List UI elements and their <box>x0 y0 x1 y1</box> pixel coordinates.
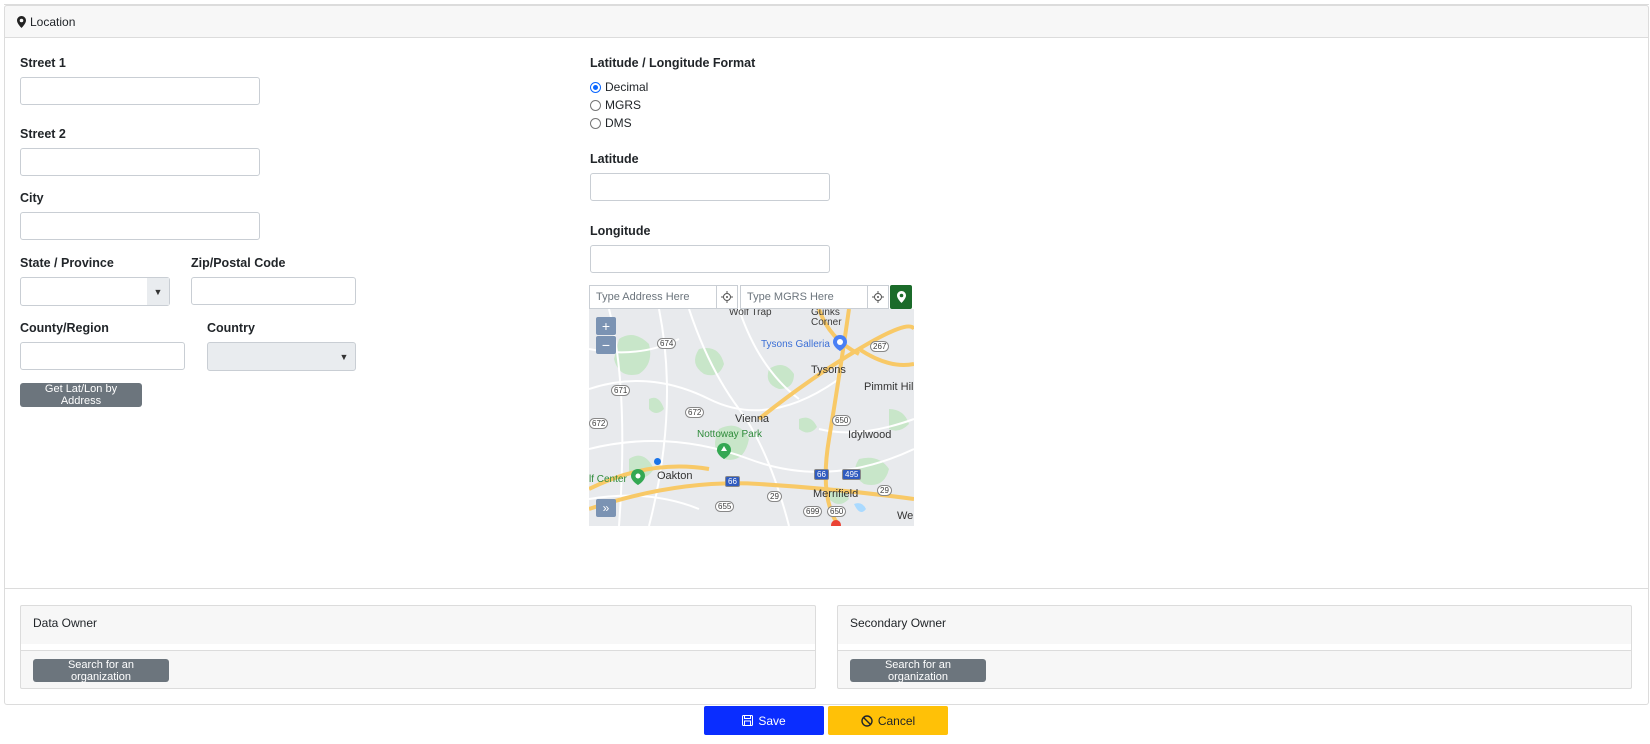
data-owner-search-button[interactable]: Search for an organization <box>33 659 169 683</box>
map-label-wolf-trap: Wolf Trap <box>729 309 772 318</box>
map-label-oakton: Oakton <box>657 470 693 482</box>
zoom-out-button[interactable]: − <box>596 336 616 354</box>
data-owner-panel: Data Owner Search for an organization <box>20 605 816 689</box>
map-address-placeholder: Type Address Here <box>596 291 690 303</box>
crosshair-icon <box>872 291 884 303</box>
map-label-tysons: Tysons <box>811 364 846 376</box>
format-option-label: Decimal <box>605 80 649 94</box>
secondary-owner-title: Secondary Owner <box>850 616 947 630</box>
map-mgrs-placeholder: Type MGRS Here <box>747 291 834 303</box>
longitude-input[interactable] <box>590 245 830 273</box>
route-shield: 29 <box>767 491 782 502</box>
route-shield: 29 <box>877 485 892 496</box>
save-button[interactable]: Save <box>704 706 824 735</box>
format-option-mgrs[interactable]: MGRS <box>590 98 641 112</box>
city-input[interactable] <box>20 212 260 240</box>
interstate-shield: 66 <box>814 469 829 480</box>
route-shield: 655 <box>715 501 735 512</box>
section-divider <box>4 588 1649 589</box>
zoom-in-button[interactable]: + <box>596 317 616 335</box>
crosshair-icon <box>721 291 733 303</box>
state-select[interactable]: ▼ <box>20 277 170 306</box>
route-shield: 650 <box>827 506 847 517</box>
route-shield: 267 <box>870 341 890 352</box>
format-option-decimal[interactable]: Decimal <box>590 80 648 94</box>
format-option-label: MGRS <box>605 98 641 112</box>
route-shield: 699 <box>803 506 823 517</box>
interstate-shield: 66 <box>725 476 740 487</box>
park-poi-icon <box>717 443 731 459</box>
radio-unchecked[interactable] <box>590 117 601 129</box>
ban-icon <box>861 714 873 727</box>
format-option-dms[interactable]: DMS <box>590 116 632 130</box>
location-card-header: Location <box>4 5 1649 38</box>
golf-poi-icon <box>631 469 645 485</box>
latitude-input[interactable] <box>590 173 830 201</box>
drop-pin-button[interactable] <box>890 285 912 309</box>
secondary-owner-search-button[interactable]: Search for an organization <box>850 659 986 683</box>
zip-input[interactable] <box>191 277 356 305</box>
red-poi-icon <box>831 520 841 526</box>
cancel-label: Cancel <box>877 713 916 728</box>
get-latlon-button[interactable]: Get Lat/Lon by Address <box>20 383 142 407</box>
city-label: City <box>20 191 44 205</box>
interstate-shield: 495 <box>842 469 862 480</box>
secondary-owner-panel: Secondary Owner Search for an organizati… <box>837 605 1632 689</box>
route-shield: 672 <box>685 407 705 418</box>
country-label: Country <box>207 321 255 335</box>
map-address-search-input[interactable]: Type Address Here <box>589 285 717 309</box>
chevron-down-icon: ▼ <box>339 351 349 362</box>
map-marker-icon <box>17 15 26 28</box>
map-mgrs-search-input[interactable]: Type MGRS Here <box>740 285 868 309</box>
route-shield: 671 <box>611 385 631 396</box>
street1-label: Street 1 <box>20 56 66 70</box>
map-marker-icon <box>896 291 906 303</box>
longitude-label: Longitude <box>590 224 651 238</box>
street2-label: Street 2 <box>20 127 66 141</box>
zip-label: Zip/Postal Code <box>191 256 286 270</box>
map-label-vienna: Vienna <box>735 413 770 425</box>
shopping-poi-icon <box>833 335 847 351</box>
data-owner-list <box>21 644 815 651</box>
map-view[interactable]: Wolf Trap Gunks Corner Tysons Galleria T… <box>589 309 914 526</box>
route-shield: 674 <box>657 338 677 349</box>
route-shield: 672 <box>589 418 609 429</box>
chevron-down-icon: ▼ <box>147 278 169 305</box>
latitude-label: Latitude <box>590 152 639 166</box>
county-label: County/Region <box>20 321 109 335</box>
map-label-golf-center: lf Center <box>589 474 627 485</box>
data-owner-title: Data Owner <box>33 616 98 630</box>
map-label-corner: Corner <box>811 317 842 328</box>
secondary-owner-list <box>838 644 1631 651</box>
location-header-title: Location <box>30 14 76 29</box>
map-label-nottoway-park: Nottoway Park <box>697 429 763 440</box>
save-label: Save <box>758 713 786 728</box>
street2-input[interactable] <box>20 148 260 176</box>
address-locate-button[interactable] <box>716 285 738 309</box>
street1-input[interactable] <box>20 77 260 105</box>
map-label-west: We <box>897 510 914 522</box>
map-label-pimmit-hills: Pimmit Hil <box>864 381 914 393</box>
county-input[interactable] <box>20 342 185 370</box>
radio-unchecked[interactable] <box>590 99 601 111</box>
latlon-format-label: Latitude / Longitude Format <box>590 56 756 70</box>
current-location-dot <box>654 458 661 465</box>
radio-checked[interactable] <box>590 81 601 93</box>
route-shield: 650 <box>832 415 852 426</box>
cancel-button[interactable]: Cancel <box>828 706 948 735</box>
format-option-label: DMS <box>605 116 632 130</box>
expand-map-button[interactable]: » <box>596 499 616 517</box>
map-label-tysons-galleria: Tysons Galleria <box>761 339 830 350</box>
map-label-merrifield: Merrifield <box>813 488 859 500</box>
mgrs-locate-button[interactable] <box>867 285 889 309</box>
state-label: State / Province <box>20 256 114 270</box>
country-select[interactable]: ▼ <box>207 342 356 371</box>
map-label-idylwood: Idylwood <box>848 429 892 441</box>
save-icon <box>742 715 754 726</box>
